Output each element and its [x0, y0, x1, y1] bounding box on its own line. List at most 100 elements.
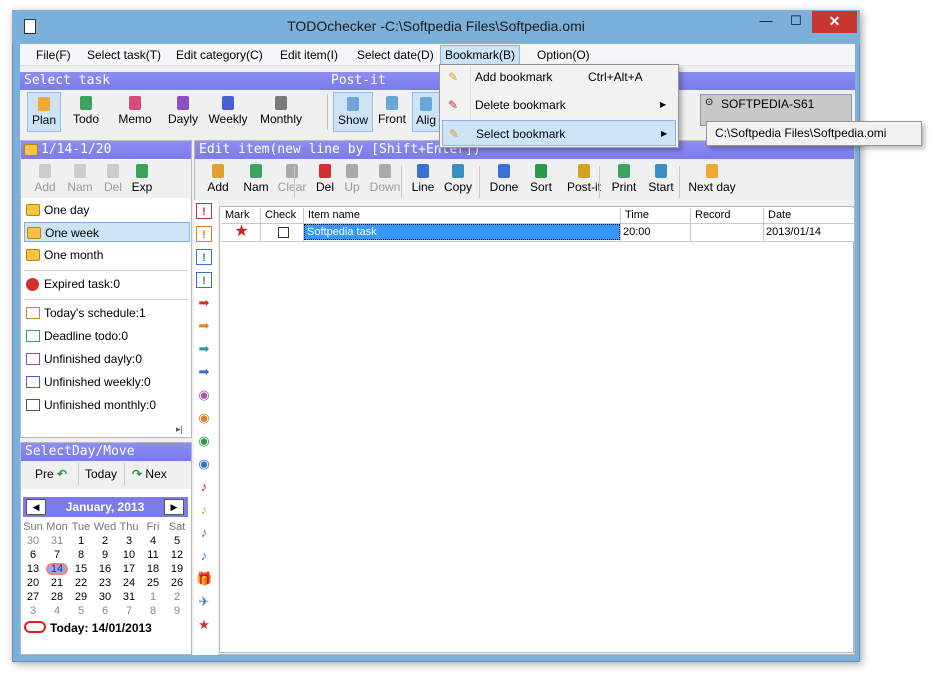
- stat-unfinished-dayly[interactable]: Unfinished dayly:0: [24, 349, 190, 369]
- calendar-day[interactable]: 2: [165, 590, 189, 604]
- calendar-day[interactable]: 10: [117, 548, 141, 562]
- prev-month-button[interactable]: ◀: [26, 499, 46, 515]
- calendar-day[interactable]: 18: [141, 562, 165, 576]
- orange-flag-icon[interactable]: !: [196, 226, 212, 242]
- calendar-day[interactable]: 2: [93, 534, 117, 548]
- row-date[interactable]: 2013/01/14: [764, 224, 854, 242]
- menu-option[interactable]: Option(O): [533, 47, 594, 65]
- calendar-day[interactable]: 1: [141, 590, 165, 604]
- calendar-day[interactable]: 11: [141, 548, 165, 562]
- date-add-button[interactable]: Add: [30, 164, 60, 194]
- gift-icon[interactable]: 🎁: [196, 571, 212, 587]
- calendar-day[interactable]: 31: [45, 534, 69, 548]
- calendar-day[interactable]: 5: [69, 604, 93, 618]
- item-add-button[interactable]: Add: [206, 164, 230, 194]
- calendar-day[interactable]: 21: [45, 576, 69, 590]
- calendar-day[interactable]: 5: [165, 534, 189, 548]
- calendar-day[interactable]: 6: [21, 548, 45, 562]
- calendar-day[interactable]: 16: [93, 562, 117, 576]
- stat-deadline-todo[interactable]: Deadline todo:0: [24, 326, 190, 346]
- blue-arrow-icon[interactable]: ➡: [196, 364, 212, 380]
- calendar-day[interactable]: 26: [165, 576, 189, 590]
- red-note-icon[interactable]: ♪: [196, 479, 212, 495]
- calendar-day[interactable]: 24: [117, 576, 141, 590]
- blue-flag-icon[interactable]: !: [196, 249, 212, 265]
- item-postit-button[interactable]: Post-it: [564, 164, 604, 194]
- calendar-day[interactable]: 30: [93, 590, 117, 604]
- column-time[interactable]: Time: [621, 208, 691, 224]
- next-button[interactable]: ↷ Nex: [132, 467, 167, 481]
- yellow-note-icon[interactable]: ♪: [196, 502, 212, 518]
- align-button[interactable]: Alig: [412, 92, 440, 132]
- menu-file[interactable]: File(F): [32, 47, 75, 65]
- stat-unfinished-weekly[interactable]: Unfinished weekly:0: [24, 372, 190, 392]
- item-copy-button[interactable]: Copy: [443, 164, 473, 194]
- calendar-day[interactable]: 12: [165, 548, 189, 562]
- item-next-day-button[interactable]: Next day: [687, 164, 737, 194]
- range-one-week[interactable]: One week: [24, 222, 190, 242]
- item-down-button[interactable]: Down: [369, 164, 401, 194]
- next-month-button[interactable]: ▶: [164, 499, 184, 515]
- calendar-day[interactable]: 27: [21, 590, 45, 604]
- select-bookmark-item[interactable]: ✎ Select bookmark ▶: [442, 120, 676, 146]
- item-line-button[interactable]: Line: [410, 164, 436, 194]
- calendar-day[interactable]: 8: [141, 604, 165, 618]
- todo-button[interactable]: Todo: [68, 96, 104, 126]
- calendar-day[interactable]: 3: [117, 534, 141, 548]
- bookmark-submenu-item[interactable]: C:\Softpedia Files\Softpedia.omi: [706, 121, 922, 146]
- monthly-button[interactable]: Monthly: [256, 96, 306, 126]
- item-sort-button[interactable]: Sort: [528, 164, 554, 194]
- column-date[interactable]: Date: [764, 208, 854, 224]
- range-one-month[interactable]: One month: [24, 245, 190, 265]
- calendar-day[interactable]: 4: [141, 534, 165, 548]
- calendar-day[interactable]: 7: [45, 548, 69, 562]
- export-button[interactable]: Exp: [128, 164, 156, 194]
- star-icon[interactable]: ★: [196, 617, 212, 633]
- calendar-day[interactable]: 31: [117, 590, 141, 604]
- teal-arrow-icon[interactable]: ➡: [196, 341, 212, 357]
- green-clock-icon[interactable]: ◉: [196, 433, 212, 449]
- dayly-button[interactable]: Dayly: [164, 96, 202, 126]
- purple-clock-icon[interactable]: ◉: [196, 387, 212, 403]
- calendar-day[interactable]: 7: [117, 604, 141, 618]
- orange-clock-icon[interactable]: ◉: [196, 410, 212, 426]
- range-one-day[interactable]: One day: [24, 200, 190, 220]
- calendar-day[interactable]: 23: [93, 576, 117, 590]
- item-done-button[interactable]: Done: [487, 164, 521, 194]
- row-item-cell[interactable]: Softpedia task: [304, 224, 621, 242]
- calendar-day[interactable]: 3: [21, 604, 45, 618]
- menu-bookmark[interactable]: Bookmark(B): [440, 45, 521, 66]
- item-start-button[interactable]: Start: [646, 164, 676, 194]
- date-del-button[interactable]: Del: [98, 164, 128, 194]
- blue-flag-icon[interactable]: !: [196, 272, 212, 288]
- calendar-day[interactable]: 17: [117, 562, 141, 576]
- calendar-day[interactable]: 1: [69, 534, 93, 548]
- calendar-day[interactable]: 13: [21, 562, 45, 576]
- calendar-day[interactable]: 6: [93, 604, 117, 618]
- calendar-day[interactable]: 20: [21, 576, 45, 590]
- expand-icon[interactable]: ▸|: [176, 424, 188, 435]
- row-time[interactable]: 20:00: [621, 224, 691, 242]
- calendar-day[interactable]: 15: [69, 562, 93, 576]
- column-record[interactable]: Record: [691, 208, 764, 224]
- memo-button[interactable]: Memo: [113, 96, 157, 126]
- calendar-day[interactable]: 8: [69, 548, 93, 562]
- item-up-button[interactable]: Up: [341, 164, 363, 194]
- column-mark[interactable]: Mark: [221, 208, 261, 224]
- item-del-button[interactable]: Del: [314, 164, 336, 194]
- row-item-name[interactable]: Softpedia task: [304, 224, 620, 240]
- show-button[interactable]: Show: [333, 92, 373, 132]
- close-button[interactable]: ✕: [812, 11, 857, 33]
- calendar-day[interactable]: 30: [21, 534, 45, 548]
- minimize-button[interactable]: —: [752, 11, 780, 33]
- red-arrow-icon[interactable]: ➡: [196, 295, 212, 311]
- expired-task-item[interactable]: Expired task:0: [24, 274, 190, 294]
- calendar-day[interactable]: 22: [69, 576, 93, 590]
- row-mark-star-icon[interactable]: ★: [221, 224, 261, 242]
- calendar-day[interactable]: 4: [45, 604, 69, 618]
- maximize-button[interactable]: ☐: [782, 11, 810, 33]
- plan-button[interactable]: Plan: [27, 92, 61, 132]
- menu-edit-category[interactable]: Edit category(C): [172, 47, 267, 65]
- item-clear-button[interactable]: Clear: [276, 164, 308, 194]
- calendar-day[interactable]: 9: [93, 548, 117, 562]
